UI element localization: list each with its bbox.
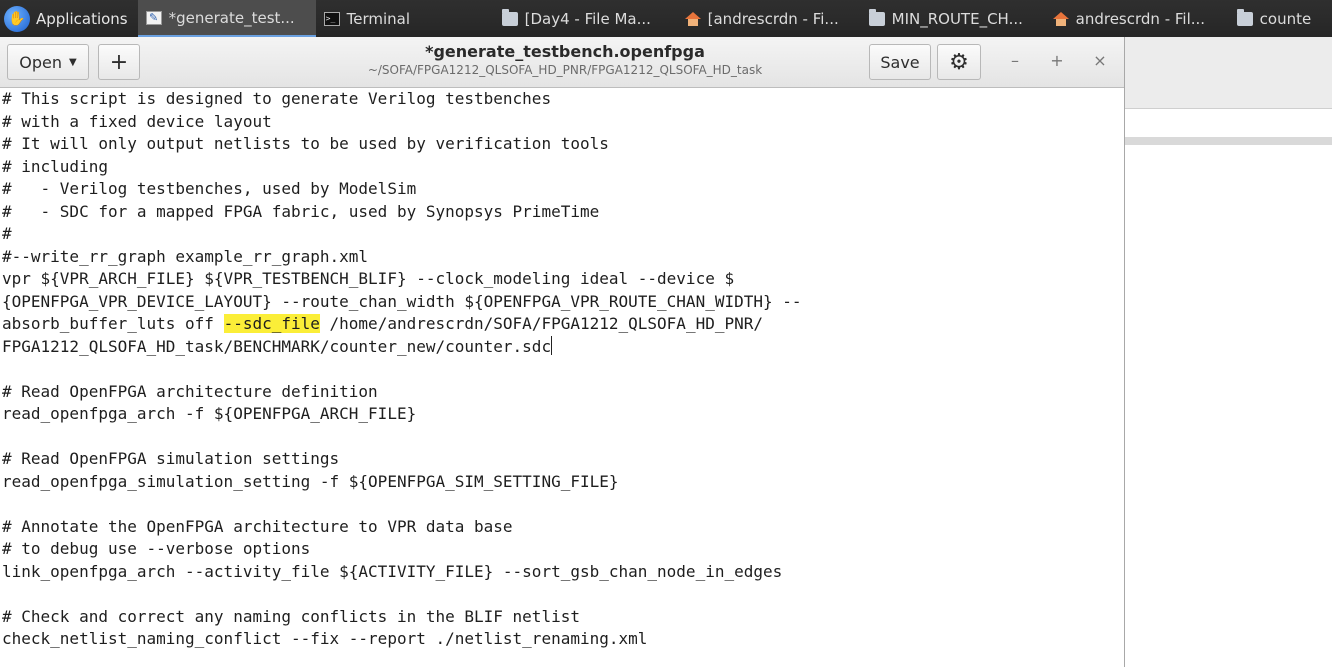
open-label: Open: [19, 52, 63, 72]
task-file-manager-home-1[interactable]: [andrescrdn - Fi...: [677, 0, 861, 37]
top-panel: ✋ Applications *generate_test... Termina…: [0, 0, 1332, 37]
settings-menu-button[interactable]: ⚙: [937, 44, 981, 80]
close-button[interactable]: ×: [1090, 51, 1110, 70]
text-editor-window: Open ▼ + *generate_testbench.openfpga ~/…: [0, 37, 1125, 667]
task-file-manager-min-route[interactable]: MIN_ROUTE_CH...: [861, 0, 1045, 37]
task-file-manager-home-2[interactable]: andrescrdn - Fil...: [1045, 0, 1229, 37]
background-window-divider: [1125, 137, 1332, 145]
code-line: read_openfpga_simulation_setting -f ${OP…: [2, 471, 619, 491]
gear-icon: ⚙: [949, 49, 969, 75]
background-window[interactable]: [1125, 37, 1332, 667]
code-line: # Check and correct any naming conflicts…: [2, 606, 580, 626]
task-file-manager-day4[interactable]: [Day4 - File Ma...: [494, 0, 677, 37]
folder-icon: [1236, 8, 1253, 26]
plus-icon: +: [109, 49, 129, 75]
code-line: # including: [2, 156, 108, 176]
code-line: # - SDC for a mapped FPGA fabric, used b…: [2, 201, 600, 221]
text-editor-icon: [145, 10, 162, 25]
code-line: # It will only output netlists to be use…: [2, 134, 609, 153]
home-folder-icon: [1052, 11, 1069, 26]
code-line: read_openfpga_arch -f ${OPENFPGA_ARCH_FI…: [2, 404, 417, 423]
task-label: [andrescrdn - Fi...: [707, 9, 839, 28]
home-folder-icon: [684, 11, 701, 26]
folder-icon: [501, 8, 518, 26]
task-label: MIN_ROUTE_CH...: [891, 9, 1023, 28]
search-match-highlight: --sdc_file: [223, 314, 320, 333]
task-label: counte: [1259, 9, 1312, 28]
text-cursor: [551, 335, 553, 355]
background-window-header: [1125, 37, 1332, 109]
code-line: # This script is designed to generate Ve…: [2, 89, 552, 108]
code-line: # Annotate the OpenFPGA architecture to …: [2, 516, 513, 536]
chevron-down-icon: ▼: [69, 56, 77, 68]
file-path: ~/SOFA/FPGA1212_QLSOFA_HD_PNR/FPGA1212_Q…: [367, 63, 763, 77]
save-label: Save: [880, 52, 920, 72]
text-editing-area[interactable]: # This script is designed to generate Ve…: [0, 88, 1124, 667]
window-title-block: *generate_testbench.openfpga ~/SOFA/FPGA…: [300, 42, 830, 77]
code-line: check_netlist_naming_conflict --fix --re…: [2, 629, 648, 648]
code-line: link_openfpga_arch --activity_file ${ACT…: [2, 561, 783, 581]
new-tab-button[interactable]: +: [98, 44, 140, 80]
code-line: FPGA1212_QLSOFA_HD_task/BENCHMARK/counte…: [2, 335, 553, 356]
window-title: *generate_testbench.openfpga: [425, 42, 705, 61]
code-line: # Read OpenFPGA simulation settings: [2, 449, 340, 468]
code-line: # - Verilog testbenches, used by ModelSi…: [2, 179, 417, 198]
save-button[interactable]: Save: [869, 44, 931, 80]
code-line: absorb_buffer_luts off --sdc_file /home/…: [2, 314, 763, 333]
terminal-icon: [323, 11, 340, 26]
code-line: {OPENFPGA_VPR_DEVICE_LAYOUT} --route_cha…: [2, 291, 802, 311]
code-line: vpr ${VPR_ARCH_FILE} ${VPR_TESTBENCH_BLI…: [2, 269, 735, 288]
maximize-button[interactable]: +: [1047, 51, 1067, 70]
task-label: Terminal: [346, 9, 411, 28]
code-line: # to debug use --verbose options: [2, 539, 311, 558]
task-label: [Day4 - File Ma...: [524, 9, 651, 28]
editor-header-bar: Open ▼ + *generate_testbench.openfpga ~/…: [0, 37, 1124, 88]
folder-icon: [868, 8, 885, 26]
xfce-logo-icon: ✋: [4, 5, 30, 32]
task-terminal[interactable]: Terminal: [316, 0, 494, 37]
task-label: *generate_test...: [168, 8, 295, 27]
task-label: andrescrdn - Fil...: [1075, 9, 1206, 28]
applications-label: Applications: [36, 9, 128, 28]
open-button[interactable]: Open ▼: [7, 44, 89, 80]
code-line: #--write_rr_graph example_rr_graph.xml: [2, 246, 369, 266]
task-file-manager-counter[interactable]: counte: [1229, 0, 1319, 37]
code-line: # with a fixed device layout: [2, 111, 272, 131]
minimize-button[interactable]: –: [1005, 51, 1025, 70]
task-text-editor[interactable]: *generate_test...: [137, 0, 316, 37]
code-line: #: [2, 224, 12, 243]
applications-menu-button[interactable]: ✋ Applications: [0, 0, 138, 37]
code-line: # Read OpenFPGA architecture definition: [2, 381, 378, 401]
